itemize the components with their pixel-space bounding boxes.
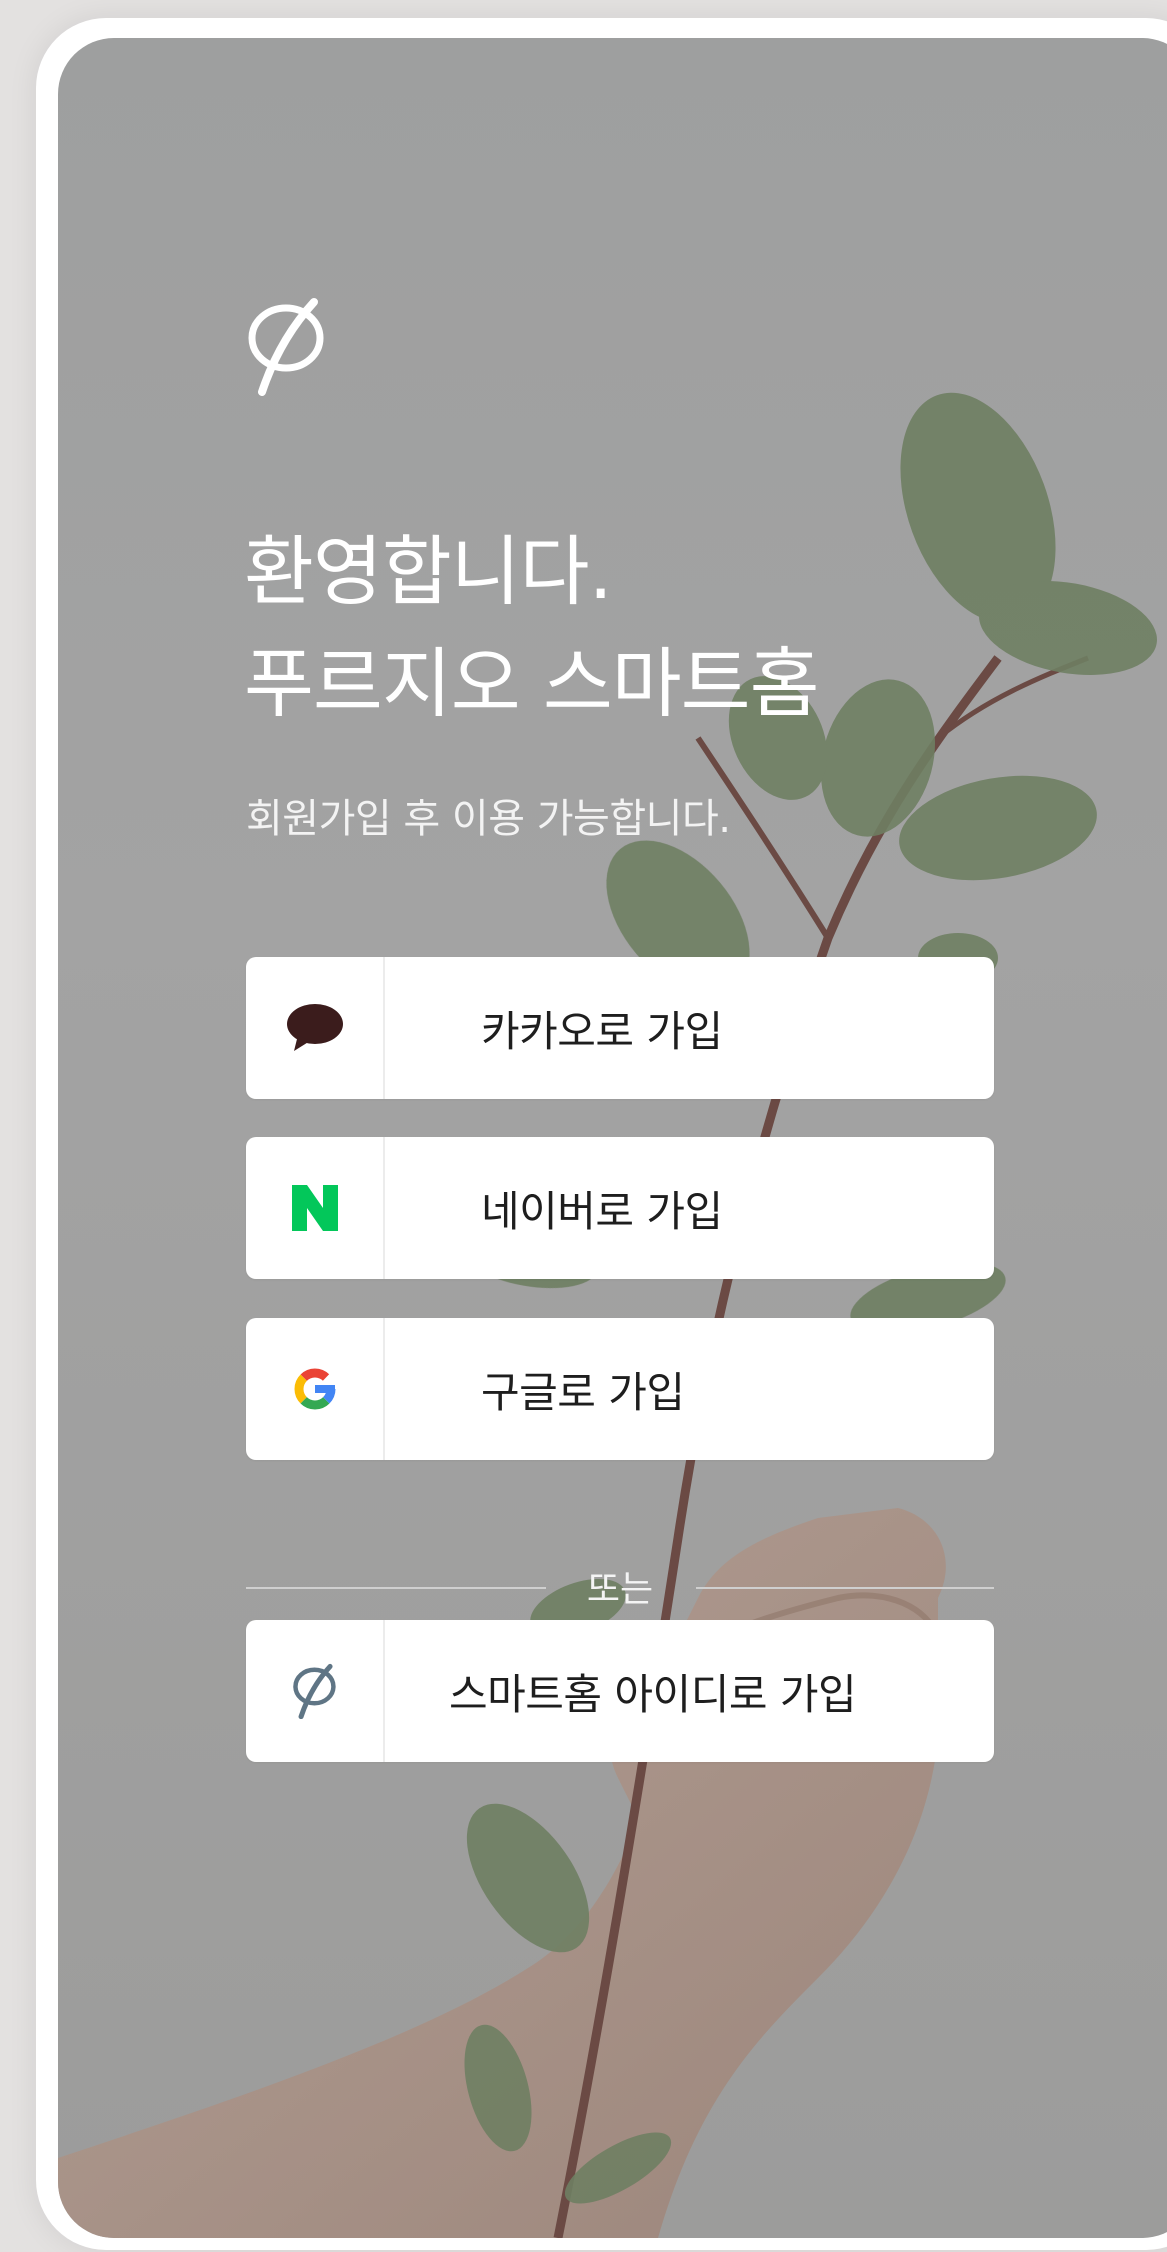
welcome-title-line1: 환영합니다.	[244, 527, 613, 616]
google-g-icon	[294, 1368, 335, 1410]
kakao-speech-bubble-icon	[286, 1004, 343, 1051]
or-divider: 또는	[246, 1560, 994, 1610]
signup-screen: 환영합니다. 푸르지오 스마트홈 회원가입 후 이용 가능합니다. 카카오로 가…	[58, 38, 1167, 2238]
smarthome-id-signup-label: 스마트홈 아이디로 가입	[449, 1669, 857, 1719]
divider-line-right	[696, 1587, 994, 1589]
google-icon-cell	[246, 1318, 385, 1460]
welcome-title: 환영합니다. 푸르지오 스마트홈	[244, 516, 820, 740]
kakao-signup-button[interactable]: 카카오로 가입	[246, 957, 994, 1099]
naver-icon-cell	[246, 1137, 385, 1279]
naver-signup-button[interactable]: 네이버로 가입	[246, 1137, 994, 1279]
prugio-logo-icon	[292, 1663, 336, 1719]
welcome-title-line2: 푸르지오 스마트홈	[244, 639, 820, 728]
google-signup-button[interactable]: 구글로 가입	[246, 1318, 994, 1460]
smarthome-icon-cell	[246, 1620, 385, 1762]
kakao-icon-cell	[246, 957, 385, 1099]
divider-text: 또는	[586, 1569, 654, 1610]
smarthome-id-signup-button[interactable]: 스마트홈 아이디로 가입	[246, 1620, 994, 1762]
kakao-signup-label: 카카오로 가입	[481, 1006, 723, 1056]
naver-n-icon	[291, 1185, 338, 1231]
prugio-logo-icon	[248, 298, 324, 396]
naver-signup-label: 네이버로 가입	[481, 1186, 723, 1236]
welcome-subtitle: 회원가입 후 이용 가능합니다.	[246, 796, 731, 842]
google-signup-label: 구글로 가입	[481, 1367, 685, 1417]
